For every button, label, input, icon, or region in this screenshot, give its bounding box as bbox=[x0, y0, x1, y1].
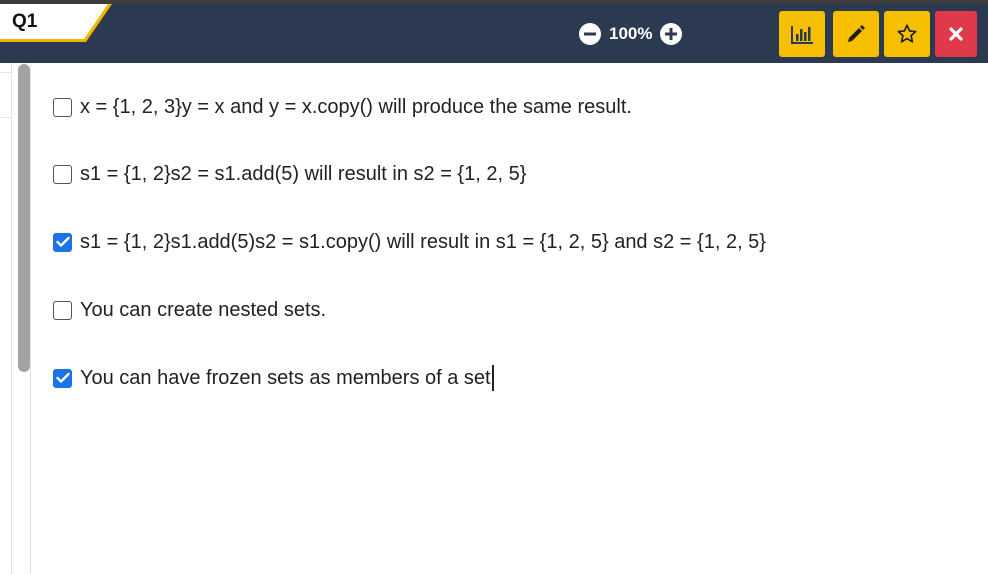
checkbox[interactable] bbox=[53, 300, 72, 320]
option-text: x = {1, 2, 3}y = x and y = x.copy() will… bbox=[80, 95, 632, 118]
left-panel bbox=[0, 63, 12, 574]
edit-button[interactable] bbox=[833, 11, 879, 57]
question-tab[interactable]: Q1 bbox=[0, 4, 112, 42]
close-button[interactable] bbox=[935, 11, 977, 57]
checkmark-icon bbox=[55, 236, 70, 247]
option-text[interactable]: You can have frozen sets as members of a… bbox=[80, 367, 491, 390]
top-bar: Q1 100% bbox=[0, 0, 988, 63]
option-3[interactable]: s1 = {1, 2}s1.add(5)s2 = s1.copy() will … bbox=[53, 225, 766, 259]
zoom-level: 100% bbox=[609, 24, 653, 43]
zoom-control: 100% bbox=[579, 21, 683, 47]
favorite-button[interactable] bbox=[884, 11, 930, 57]
checkbox[interactable] bbox=[53, 97, 72, 117]
pencil-icon bbox=[848, 25, 865, 42]
text-cursor bbox=[491, 365, 494, 391]
checkmark-icon bbox=[55, 372, 70, 383]
stats-button[interactable] bbox=[779, 11, 825, 57]
option-text: s1 = {1, 2}s1.add(5)s2 = s1.copy() will … bbox=[80, 230, 766, 253]
top-border bbox=[0, 0, 988, 4]
checkbox[interactable] bbox=[53, 164, 72, 184]
option-text: You can create nested sets. bbox=[80, 298, 327, 321]
option-4[interactable]: You can create nested sets. bbox=[53, 293, 326, 327]
checkbox-checked[interactable] bbox=[53, 368, 72, 388]
bar-chart-icon bbox=[791, 26, 813, 44]
checkbox-checked[interactable] bbox=[53, 232, 72, 252]
star-icon bbox=[897, 24, 917, 43]
option-text: s1 = {1, 2}s2 = s1.add(5) will result in… bbox=[80, 162, 527, 185]
zoom-in-button[interactable] bbox=[660, 23, 683, 45]
plus-icon bbox=[665, 28, 678, 40]
question-number: Q1 bbox=[12, 11, 38, 32]
left-panel-tab[interactable] bbox=[0, 72, 11, 118]
option-2[interactable]: s1 = {1, 2}s2 = s1.add(5) will result in… bbox=[53, 157, 526, 191]
minus-icon bbox=[584, 32, 596, 36]
option-1[interactable]: x = {1, 2, 3}y = x and y = x.copy() will… bbox=[53, 90, 632, 124]
option-5[interactable]: You can have frozen sets as members of a… bbox=[53, 361, 494, 395]
scrollbar-thumb[interactable] bbox=[18, 64, 30, 372]
close-icon bbox=[949, 27, 963, 41]
zoom-out-button[interactable] bbox=[579, 23, 601, 45]
